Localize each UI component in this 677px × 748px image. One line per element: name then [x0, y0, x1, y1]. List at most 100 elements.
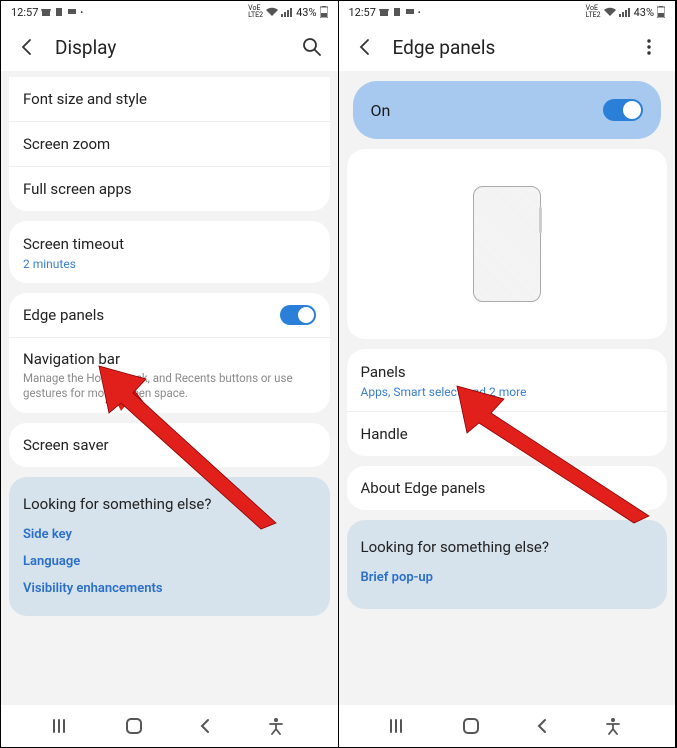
phone-icon	[54, 7, 64, 17]
card-panels: Panels Apps, Smart select, and 2 more Ha…	[347, 349, 668, 456]
phone-left: 12:57 • VoELTE2 43% Display Font size an…	[1, 1, 339, 747]
edge-handle-illus	[539, 207, 542, 233]
row-fullscreen-apps[interactable]: Full screen apps	[9, 166, 330, 211]
row-label: Handle	[361, 425, 654, 443]
message-icon	[405, 7, 415, 17]
more-icon: •	[80, 8, 83, 17]
phone-right: 12:57 • VoELTE2 43% Edge panels On	[339, 1, 677, 747]
title-bar: Display	[1, 23, 338, 71]
accessibility-button[interactable]	[263, 713, 289, 739]
link-brief-popup[interactable]: Brief pop-up	[361, 570, 654, 585]
status-bar: 12:57 • VoELTE2 43%	[339, 1, 676, 23]
recents-icon	[389, 718, 411, 734]
looking-hdr: Looking for something else?	[23, 495, 316, 513]
row-label: Screen saver	[23, 436, 316, 454]
row-about[interactable]: About Edge panels	[347, 466, 668, 510]
edge-panels-toggle[interactable]	[280, 305, 316, 325]
row-label: Font size and style	[23, 90, 316, 108]
row-panels[interactable]: Panels Apps, Smart select, and 2 more	[347, 349, 668, 411]
home-icon	[124, 716, 144, 736]
lte-icon: VoELTE2	[248, 5, 263, 19]
more-button[interactable]	[637, 35, 661, 59]
message-icon	[67, 7, 77, 17]
search-icon	[302, 37, 322, 57]
card-edge-nav: Edge panels Navigation bar Manage the Ho…	[9, 293, 330, 413]
row-screen-saver[interactable]: Screen saver	[9, 423, 330, 467]
status-time: 12:57	[11, 6, 38, 19]
toggle-knob	[623, 101, 641, 119]
toggle-knob	[298, 307, 314, 323]
chevron-left-icon	[197, 718, 213, 734]
store-icon	[41, 7, 51, 17]
row-screen-zoom[interactable]: Screen zoom	[9, 121, 330, 166]
back-button[interactable]	[15, 35, 39, 59]
chevron-left-icon	[534, 718, 550, 734]
wifi-icon	[266, 7, 278, 17]
master-toggle[interactable]	[603, 99, 643, 121]
lte-icon: VoELTE2	[586, 5, 601, 19]
row-label: Full screen apps	[23, 180, 316, 198]
row-label: Screen zoom	[23, 135, 316, 153]
page-title: Edge panels	[393, 36, 622, 59]
accessibility-icon	[268, 717, 284, 735]
battery-icon	[657, 6, 665, 18]
home-icon	[461, 716, 481, 736]
status-bar: 12:57 • VoELTE2 43%	[1, 1, 338, 23]
back-button[interactable]	[353, 35, 377, 59]
row-sublabel: 2 minutes	[23, 257, 316, 271]
row-label: Panels	[361, 363, 654, 381]
back-nav-button[interactable]	[529, 713, 555, 739]
row-description: Manage the Home, Back, and Recents butto…	[23, 371, 316, 401]
chevron-left-icon	[355, 37, 375, 57]
store-icon	[379, 7, 389, 17]
link-language[interactable]: Language	[23, 554, 316, 569]
row-label: Navigation bar	[23, 350, 316, 368]
battery-text: 43%	[296, 6, 316, 19]
looking-hdr: Looking for something else?	[361, 538, 654, 556]
looking-card: Looking for something else? Side key Lan…	[9, 477, 330, 616]
phone-illustration	[473, 186, 541, 302]
looking-card: Looking for something else? Brief pop-up	[347, 520, 668, 609]
nav-bar	[1, 705, 338, 747]
row-font-size[interactable]: Font size and style	[9, 77, 330, 121]
card-saver: Screen saver	[9, 423, 330, 467]
row-handle[interactable]: Handle	[347, 411, 668, 456]
row-edge-panels[interactable]: Edge panels	[9, 293, 330, 337]
card-display-1: Font size and style Screen zoom Full scr…	[9, 77, 330, 211]
home-button[interactable]	[121, 713, 147, 739]
recents-icon	[52, 718, 74, 734]
card-about: About Edge panels	[347, 466, 668, 510]
battery-text: 43%	[634, 6, 654, 19]
row-navigation-bar[interactable]: Navigation bar Manage the Home, Back, an…	[9, 337, 330, 413]
link-visibility[interactable]: Visibility enhancements	[23, 581, 316, 596]
recents-button[interactable]	[387, 713, 413, 739]
card-timeout: Screen timeout 2 minutes	[9, 221, 330, 283]
accessibility-button[interactable]	[600, 713, 626, 739]
more-icon: •	[418, 8, 421, 17]
row-label: Edge panels	[23, 306, 316, 324]
phone-icon	[392, 7, 402, 17]
settings-body: On Panels Apps, Smart select, and 2 more…	[339, 71, 676, 705]
signal-icon	[619, 7, 631, 17]
row-screen-timeout[interactable]: Screen timeout 2 minutes	[9, 221, 330, 283]
signal-icon	[281, 7, 293, 17]
illustration-card	[347, 149, 668, 339]
battery-icon	[320, 6, 328, 18]
recents-button[interactable]	[50, 713, 76, 739]
search-button[interactable]	[300, 35, 324, 59]
back-nav-button[interactable]	[192, 713, 218, 739]
home-button[interactable]	[458, 713, 484, 739]
more-vert-icon	[639, 37, 659, 57]
on-toggle-card[interactable]: On	[353, 81, 662, 139]
chevron-left-icon	[17, 37, 37, 57]
page-title: Display	[55, 36, 284, 59]
title-bar: Edge panels	[339, 23, 676, 71]
row-label: Screen timeout	[23, 235, 316, 253]
row-sublabel: Apps, Smart select, and 2 more	[361, 385, 654, 399]
accessibility-icon	[605, 717, 621, 735]
link-side-key[interactable]: Side key	[23, 527, 316, 542]
on-label: On	[371, 101, 391, 120]
nav-bar	[339, 705, 676, 747]
settings-body: Font size and style Screen zoom Full scr…	[1, 71, 338, 705]
wifi-icon	[604, 7, 616, 17]
